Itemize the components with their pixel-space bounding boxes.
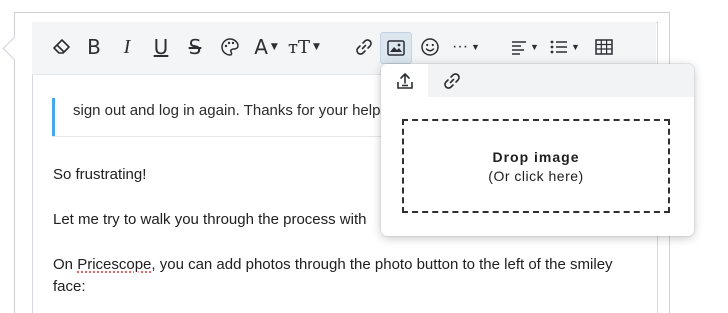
strikethrough-button[interactable]: S: [184, 32, 206, 62]
bold-label: B: [87, 35, 101, 59]
underline-label: U: [153, 35, 169, 59]
tab-upload[interactable]: [381, 64, 428, 97]
font-size-button[interactable]: тT ▼: [286, 32, 322, 62]
more-options-label: ···: [452, 38, 469, 55]
paragraph-text: On: [53, 256, 78, 273]
table-icon: [595, 39, 613, 55]
chevron-down-icon: ▼: [313, 42, 320, 52]
paragraph-line: Let me try to walk you through the proce…: [53, 211, 367, 228]
more-options-button[interactable]: ··· ▼: [450, 32, 482, 62]
list-button[interactable]: ▼: [548, 32, 582, 62]
remove-format-button[interactable]: [50, 32, 74, 62]
insert-smiley-button[interactable]: [418, 32, 442, 62]
dropzone-title: Drop image: [492, 148, 580, 165]
link-icon: [356, 39, 372, 55]
paragraph-line: On Pricescope, you can add photos throug…: [53, 256, 613, 273]
text-color-button[interactable]: [218, 32, 242, 62]
paragraph-text: , you can add photos through the photo b…: [151, 256, 613, 273]
italic-button[interactable]: I: [118, 32, 136, 62]
quote-text: sign out and log in again. Thanks for yo…: [73, 102, 381, 119]
misspelled-word[interactable]: Pricescope: [77, 256, 151, 273]
align-button[interactable]: ▼: [508, 32, 542, 62]
eraser-icon: [53, 39, 70, 54]
link-icon: [443, 72, 460, 89]
paragraph-line: face:: [53, 278, 86, 295]
quote-divider: [52, 136, 382, 137]
italic-label: I: [123, 35, 131, 58]
chevron-down-icon: ▼: [270, 42, 278, 52]
image-icon: [387, 40, 405, 56]
insert-image-button[interactable]: [380, 32, 412, 64]
palette-icon: [221, 38, 239, 56]
chevron-down-icon: ▼: [471, 42, 480, 52]
font-family-label: A: [254, 35, 268, 59]
upload-icon: [396, 72, 413, 89]
insert-link-button[interactable]: [352, 32, 376, 62]
list-icon: [550, 40, 568, 54]
font-family-button[interactable]: A ▼: [250, 32, 282, 62]
chevron-down-icon: ▼: [571, 42, 580, 52]
image-dropzone[interactable]: Drop image (Or click here): [402, 119, 670, 213]
dropzone-subtitle: (Or click here): [488, 167, 584, 184]
font-size-label: тT: [288, 36, 311, 58]
insert-table-button[interactable]: [592, 32, 616, 62]
quote-block: sign out and log in again. Thanks for yo…: [52, 98, 385, 136]
insert-image-popup: Drop image (Or click here): [381, 64, 694, 236]
align-left-icon: [512, 41, 527, 55]
paragraph-line: So frustrating!: [53, 166, 147, 183]
underline-button[interactable]: U: [150, 32, 172, 62]
bold-button[interactable]: B: [84, 32, 104, 62]
tab-by-url[interactable]: [428, 64, 475, 97]
strikethrough-label: S: [188, 35, 202, 59]
chevron-down-icon: ▼: [530, 42, 539, 52]
popup-tabs: [381, 64, 694, 97]
smiley-icon: [421, 38, 439, 56]
